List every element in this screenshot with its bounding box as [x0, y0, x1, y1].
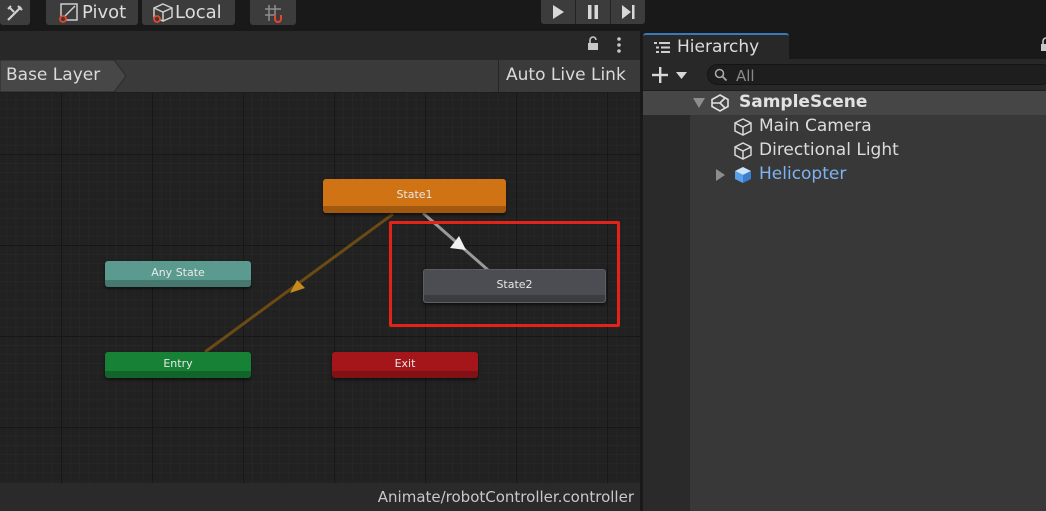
chevron-down-icon: [676, 72, 687, 79]
hierarchy-list: SampleScene Main Camera Directional Ligh…: [643, 91, 1046, 511]
hierarchy-item-directional-light[interactable]: Directional Light: [643, 139, 1046, 163]
node-any-state-label: Any State: [151, 265, 205, 279]
hierarchy-tab-bar: Hierarchy: [643, 31, 1046, 59]
gameobject-cube-icon: [734, 142, 752, 160]
pause-icon: [588, 5, 598, 19]
hierarchy-item-label: Directional Light: [759, 140, 899, 160]
pause-button[interactable]: [576, 0, 611, 24]
plus-icon: [652, 67, 668, 83]
pivot-icon: [59, 2, 78, 23]
breadcrumb-base-layer[interactable]: Base Layer: [0, 60, 127, 92]
node-entry-label: Entry: [163, 356, 193, 370]
breadcrumb-label: Base Layer: [6, 65, 101, 85]
local-button[interactable]: Local: [142, 0, 235, 25]
grid-snap-button[interactable]: [250, 0, 296, 25]
play-controls: [541, 0, 645, 24]
controller-path: Animate/robotController.controller: [377, 488, 634, 506]
chevron-right-icon[interactable]: [716, 169, 725, 181]
play-icon: [553, 5, 564, 19]
search-icon: [714, 68, 728, 82]
hierarchy-item-label: Helicopter: [759, 164, 847, 184]
play-button[interactable]: [541, 0, 576, 24]
hierarchy-item-scene[interactable]: SampleScene: [643, 91, 1046, 115]
state-machine-graph[interactable]: State1 State2 Any State Entry Exit: [0, 93, 640, 483]
search-input[interactable]: [734, 66, 1038, 85]
kebab-menu-icon[interactable]: [615, 36, 623, 54]
hierarchy-item-label: Main Camera: [759, 116, 872, 136]
hierarchy-toolbar: [643, 59, 1046, 91]
step-icon: [622, 5, 635, 19]
pivot-label: Pivot: [82, 2, 127, 23]
node-entry[interactable]: Entry: [105, 352, 251, 378]
node-state2[interactable]: State2: [423, 269, 606, 303]
main-toolbar: Pivot Local: [0, 0, 1046, 29]
grid-snap-icon: [265, 4, 282, 23]
step-button[interactable]: [611, 0, 645, 24]
animator-tab-bar: [0, 31, 640, 60]
tools-icon: [7, 4, 23, 21]
animator-window: Base Layer Auto Live Link State1 State2 …: [0, 31, 640, 511]
auto-live-link-label: Auto Live Link: [506, 65, 626, 85]
lock-icon[interactable]: [586, 36, 600, 52]
hierarchy-item-main-camera[interactable]: Main Camera: [643, 115, 1046, 139]
hierarchy-item-helicopter[interactable]: Helicopter: [643, 163, 1046, 187]
gameobject-cube-icon: [734, 118, 752, 136]
tab-hierarchy[interactable]: Hierarchy: [643, 33, 789, 59]
node-state1[interactable]: State1: [323, 179, 506, 213]
node-state1-label: State1: [396, 187, 433, 201]
hierarchy-item-label: SampleScene: [739, 92, 868, 112]
tools-button[interactable]: [0, 0, 30, 25]
hierarchy-tab-label: Hierarchy: [677, 37, 760, 57]
node-exit[interactable]: Exit: [332, 352, 478, 378]
prefab-cube-icon: [735, 167, 751, 183]
local-cube-icon: [153, 2, 173, 23]
auto-live-link-button[interactable]: Auto Live Link: [498, 60, 640, 92]
pivot-button[interactable]: Pivot: [46, 0, 138, 25]
local-label: Local: [175, 2, 222, 23]
node-exit-label: Exit: [394, 356, 416, 370]
unity-scene-icon: [711, 94, 729, 112]
hierarchy-search[interactable]: [707, 64, 1046, 85]
lock-icon[interactable]: [1039, 37, 1046, 53]
create-dropdown-button[interactable]: [651, 64, 691, 86]
node-state2-label: State2: [496, 277, 533, 291]
animator-status-bar: Animate/robotController.controller: [0, 483, 640, 511]
hierarchy-window: Hierarchy All SampleScene Main Camera Di…: [643, 31, 1046, 511]
node-any-state[interactable]: Any State: [105, 261, 251, 287]
chevron-down-icon[interactable]: [693, 98, 705, 108]
animator-breadcrumb-bar: Base Layer Auto Live Link: [0, 60, 640, 93]
list-icon: [654, 42, 670, 53]
